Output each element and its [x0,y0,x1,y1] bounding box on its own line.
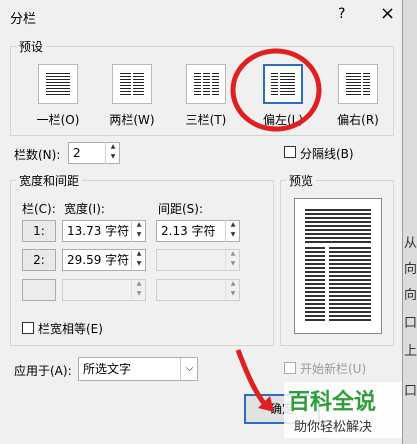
width-spinner: ▲ ▼ [131,279,146,301]
preset-three-columns-label: 三栏(T) [185,113,227,127]
column-number-button [22,279,56,301]
help-button[interactable]: ? [338,6,345,22]
column-number-button[interactable]: 1: [22,220,56,242]
column-count-label: 栏数(N): [14,148,61,162]
background-char: 向 [404,288,417,303]
equal-width-label: 栏宽相等(E) [38,322,103,336]
background-char: 口 [404,316,417,331]
new-column-checkbox [284,362,296,374]
preset-one-column[interactable] [38,64,78,104]
apply-to-label: 应用于(A): [14,364,72,378]
watermark: 百科全说 助你轻松解决 [284,382,402,438]
dialog-title: 分栏 [10,12,37,27]
column-number-button[interactable]: 2: [22,249,56,271]
width-spinner[interactable]: ▲ ▼ [131,220,146,242]
background-char: 从 [404,236,417,251]
background-char: 上 [404,344,417,359]
preset-right-label: 偏右(R) [337,113,379,127]
background-document: 从 向 向 口 上 口 [402,0,417,444]
background-char: 向 [404,262,417,277]
spacing-spinner: ▲ ▼ [225,279,240,301]
equal-width-checkbox[interactable] [22,322,34,334]
preset-two-columns-label: 两栏(W) [109,113,155,127]
width-value: 29.59 字符 [67,253,130,267]
preset-right[interactable] [338,64,378,104]
spacing-value: 2.13 字符 [161,224,216,238]
apply-to-value: 所选文字 [83,362,132,376]
background-char: 口 [404,384,417,399]
chevron-down-icon[interactable]: ⌵ [180,358,198,380]
preset-two-columns[interactable] [112,64,152,104]
column-count-value: 2 [73,146,81,160]
preset-three-columns[interactable] [186,64,226,104]
columns-dialog: 分栏 ? × 预设 一栏(O) 两栏(W) 三栏(T) 偏左(L) 偏右(R) … [0,0,403,444]
spacing-spinner[interactable]: ▲ ▼ [225,220,240,242]
width-spinner[interactable]: ▲ ▼ [131,249,146,271]
preview-page [294,198,382,334]
divider-checkbox[interactable] [284,146,296,158]
col-header: 栏(C): [22,202,56,216]
spacing-header: 间距(S): [158,202,204,216]
divider-label: 分隔线(B) [300,147,354,161]
watermark-subtitle: 助你轻松解决 [294,420,373,435]
width-spacing-label: 宽度和间距 [16,172,83,189]
spacing-spinner: ▲ ▼ [225,249,240,271]
preview-label: 预览 [286,172,317,189]
new-column-label: 开始新栏(U) [300,362,367,376]
width-value: 13.73 字符 [67,224,130,238]
width-header: 宽度(I): [64,202,105,216]
column-count-spinner[interactable]: ▲ ▼ [105,142,120,164]
highlight-circle [230,48,322,132]
close-button[interactable]: × [380,3,395,24]
watermark-title: 百科全说 [288,390,377,415]
preset-one-column-label: 一栏(O) [36,113,80,127]
presets-label: 预设 [16,38,47,55]
arrow-icon [235,349,274,412]
